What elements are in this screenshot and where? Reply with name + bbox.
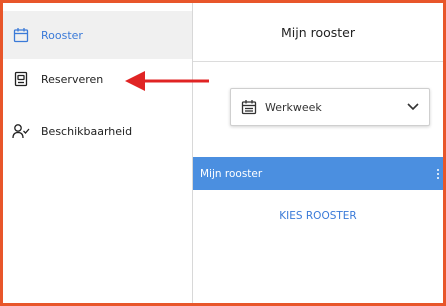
calendar-icon xyxy=(12,26,30,44)
roster-item-label: Mijn rooster xyxy=(200,167,263,180)
choose-roster-link[interactable]: KIES ROOSTER xyxy=(193,210,443,222)
sidebar-item-label: Rooster xyxy=(41,28,83,42)
sidebar-item-label: Reserveren xyxy=(41,72,104,86)
sidebar-item-beschikbaarheid[interactable]: Beschikbaarheid xyxy=(3,107,192,155)
chevron-down-icon xyxy=(407,103,419,111)
sidebar-item-label: Beschikbaarheid xyxy=(41,124,133,138)
header-divider xyxy=(193,61,443,62)
view-select-value: Werkweek xyxy=(265,100,322,114)
calendar-icon xyxy=(241,99,257,115)
screenshot-frame: Rooster Reserveren Beschikbaarheid Mijn … xyxy=(0,0,446,306)
main-panel: Mijn rooster Werkweek Mijn rooster KIES … xyxy=(193,3,443,303)
sidebar-item-rooster[interactable]: Rooster xyxy=(3,11,192,59)
roster-item[interactable]: Mijn rooster xyxy=(193,157,443,190)
person-check-icon xyxy=(12,122,30,140)
reserve-icon xyxy=(12,70,30,88)
view-select[interactable]: Werkweek xyxy=(230,88,430,126)
page-title: Mijn rooster xyxy=(280,25,356,40)
sidebar: Rooster Reserveren Beschikbaarheid xyxy=(3,3,209,303)
more-vertical-icon[interactable] xyxy=(437,168,439,179)
